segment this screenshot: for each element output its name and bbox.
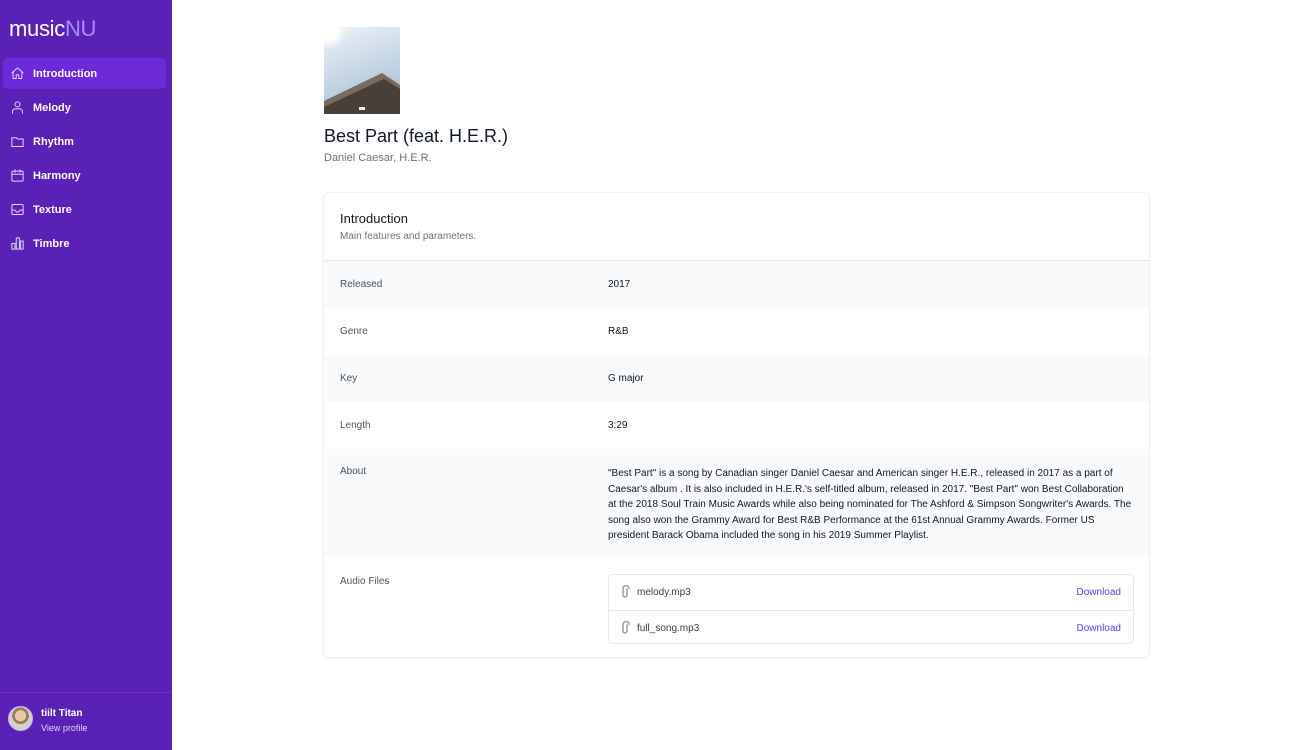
album-cover	[324, 27, 400, 114]
paperclip-icon	[619, 620, 631, 635]
sidebar-nav: Introduction Melody Rhythm Harmony Textu…	[3, 58, 166, 262]
user-profile[interactable]: tiilt Titan View profile	[0, 692, 172, 750]
view-profile-link[interactable]: View profile	[41, 723, 87, 733]
logo-text-music: music	[9, 16, 65, 41]
detail-row-genre: Genre R&B	[324, 308, 1149, 355]
detail-label: Audio Files	[340, 576, 390, 587]
sidebar-item-label: Rhythm	[33, 135, 74, 148]
sidebar: musicNU Introduction Melody Rhythm Harmo…	[0, 0, 172, 750]
card-title: Introduction	[340, 211, 408, 226]
card-header: Introduction Main features and parameter…	[324, 193, 1149, 261]
detail-label: About	[340, 466, 367, 477]
download-link[interactable]: Download	[1077, 587, 1121, 598]
sidebar-item-label: Introduction	[33, 67, 98, 80]
sidebar-item-timbre[interactable]: Timbre	[3, 228, 166, 259]
detail-value: R&B	[608, 326, 629, 337]
song-artist: Daniel Caesar, H.E.R.	[324, 152, 432, 164]
sidebar-item-label: Timbre	[33, 237, 70, 250]
list-item: melody.mp3 Download	[609, 575, 1133, 610]
sidebar-item-harmony[interactable]: Harmony	[3, 160, 166, 191]
detail-row-key: Key G major	[324, 355, 1149, 402]
sidebar-item-melody[interactable]: Melody	[3, 92, 166, 123]
detail-row-audio-files: Audio Files melody.mp3 Download full_son…	[324, 557, 1149, 657]
bar-chart-icon	[9, 236, 25, 252]
paperclip-icon	[619, 584, 631, 599]
sidebar-item-label: Melody	[33, 101, 71, 114]
home-icon	[9, 66, 25, 82]
album-cover-art	[324, 73, 400, 114]
avatar[interactable]	[8, 706, 33, 731]
detail-label: Key	[340, 373, 358, 384]
app-logo[interactable]: musicNU	[9, 16, 96, 42]
detail-row-released: Released 2017	[324, 261, 1149, 308]
download-link[interactable]: Download	[1077, 623, 1121, 634]
about-text: "Best Part" is a song by Canadian singer…	[608, 468, 1132, 541]
detail-label: Released	[340, 279, 383, 290]
file-name: melody.mp3	[637, 587, 691, 598]
users-icon	[9, 100, 25, 116]
sidebar-item-rhythm[interactable]: Rhythm	[3, 126, 166, 157]
logo-text-nu: NU	[64, 16, 97, 41]
profile-name: tiilt Titan	[41, 708, 83, 719]
detail-label: Genre	[340, 326, 368, 337]
detail-row-about: About "Best Part" is a song by Canadian …	[324, 449, 1149, 557]
sidebar-item-label: Texture	[33, 203, 72, 216]
file-name: full_song.mp3	[637, 623, 700, 634]
sidebar-item-label: Harmony	[33, 169, 81, 182]
detail-label: Length	[340, 420, 371, 431]
sidebar-item-texture[interactable]: Texture	[3, 194, 166, 225]
card-subtitle: Main features and parameters.	[340, 231, 477, 242]
detail-value: G major	[608, 373, 644, 384]
song-title: Best Part (feat. H.E.R.)	[324, 126, 509, 146]
calendar-icon	[9, 168, 25, 184]
list-item: full_song.mp3 Download	[609, 610, 1133, 645]
detail-value: 2017	[608, 279, 631, 290]
sidebar-item-introduction[interactable]: Introduction	[3, 58, 166, 89]
detail-value: 3:29	[608, 420, 628, 431]
folder-icon	[9, 134, 25, 150]
introduction-card: Introduction Main features and parameter…	[323, 192, 1150, 658]
detail-row-length: Length 3:29	[324, 402, 1149, 449]
audio-file-list: melody.mp3 Download full_song.mp3 Downlo…	[608, 574, 1134, 644]
inbox-icon	[9, 202, 25, 218]
